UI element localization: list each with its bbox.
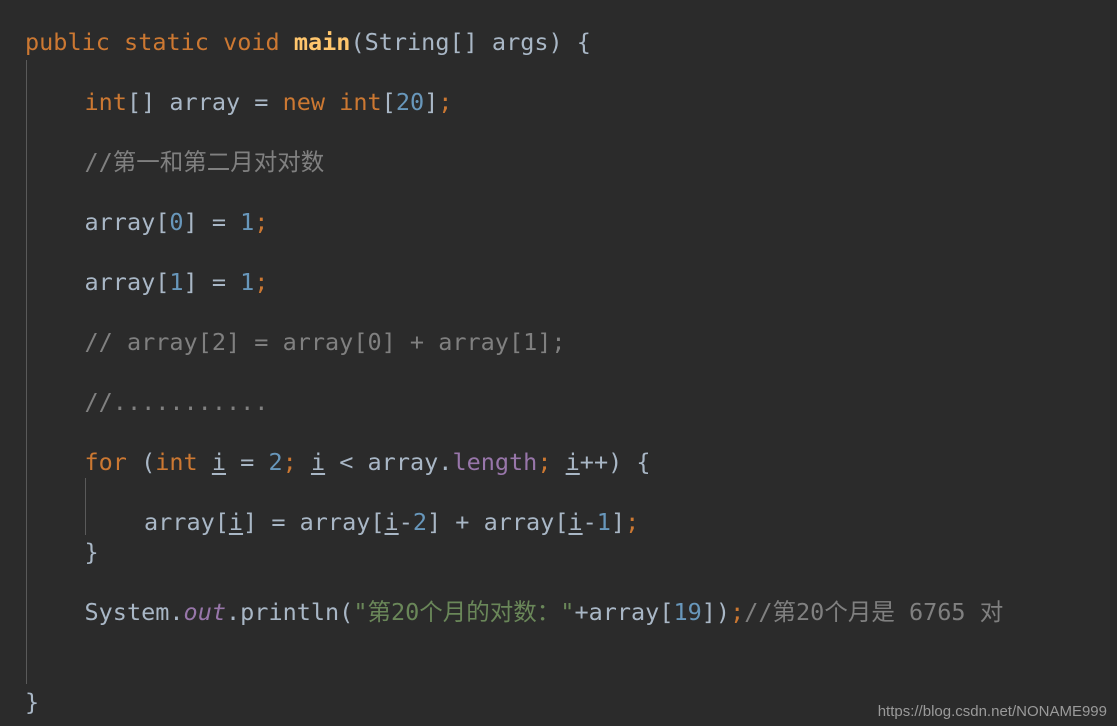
code-line[interactable]: //........... bbox=[0, 387, 1117, 417]
code-token: +array[ bbox=[574, 598, 674, 626]
code-token: //........... bbox=[84, 388, 269, 416]
code-token: ; bbox=[730, 598, 745, 626]
code-token: static bbox=[124, 28, 209, 56]
code-token: i bbox=[228, 508, 244, 536]
code-line[interactable]: int[] array = new int[20]; bbox=[0, 87, 1117, 117]
code-token: (String[] args) { bbox=[350, 28, 591, 56]
blog-url-watermark: https://blog.csdn.net/NONAME999 bbox=[877, 703, 1107, 720]
code-token: i bbox=[310, 448, 326, 476]
code-token: - bbox=[582, 508, 597, 536]
code-token: 0 bbox=[169, 208, 184, 236]
code-token: ; bbox=[254, 268, 269, 296]
code-line[interactable]: array[1] = 1; bbox=[0, 267, 1117, 297]
code-line[interactable]: System.out.println("第20个月的对数："+array[19]… bbox=[0, 597, 1117, 627]
code-token: } bbox=[25, 688, 40, 716]
code-token: = bbox=[226, 448, 269, 476]
code-token: ] = bbox=[183, 208, 241, 236]
code-token: new bbox=[282, 88, 326, 116]
code-token: int bbox=[155, 448, 198, 476]
code-token: //第20个月是 6765 对 bbox=[744, 598, 1004, 626]
code-token: ] bbox=[610, 508, 626, 536]
code-token: 2 bbox=[268, 448, 283, 476]
code-token: ] + array[ bbox=[427, 508, 569, 536]
code-token: 20 bbox=[395, 88, 425, 116]
code-token: main bbox=[293, 28, 351, 56]
code-token: - bbox=[398, 508, 413, 536]
code-token: i bbox=[384, 508, 399, 536]
code-token: 1 bbox=[596, 508, 611, 536]
code-token: array[ bbox=[144, 508, 229, 536]
code-token: ; bbox=[625, 508, 640, 536]
code-token: ]) bbox=[701, 598, 731, 626]
code-token: public bbox=[25, 28, 110, 56]
code-token: array[ bbox=[84, 208, 170, 236]
code-token: ; bbox=[438, 88, 453, 116]
code-line[interactable]: for (int i = 2; i < array.length; i++) { bbox=[0, 447, 1117, 477]
code-line[interactable]: array[i] = array[i-2] + array[i-1]; bbox=[0, 507, 1117, 537]
code-token: 19 bbox=[673, 598, 702, 626]
code-line[interactable]: //第一和第二月对对数 bbox=[0, 147, 1117, 177]
code-token: [] array = bbox=[126, 88, 283, 116]
code-token: 1 bbox=[240, 268, 255, 296]
code-line[interactable]: } bbox=[0, 537, 1117, 567]
code-token: System. bbox=[84, 598, 184, 626]
code-token: int bbox=[339, 88, 382, 116]
code-token: int bbox=[84, 88, 127, 116]
code-token: i bbox=[565, 448, 580, 476]
code-token: i bbox=[211, 448, 227, 476]
code-line[interactable]: // array[2] = array[0] + array[1]; bbox=[0, 327, 1117, 357]
code-token: } bbox=[84, 538, 99, 566]
code-token: // array[2] = array[0] + array[1]; bbox=[84, 328, 566, 356]
code-token: 1 bbox=[169, 268, 184, 296]
code-token: out bbox=[183, 598, 226, 626]
code-token: for bbox=[84, 448, 127, 476]
code-token: length bbox=[452, 448, 538, 476]
code-token: .println( bbox=[226, 598, 354, 626]
code-editor-canvas[interactable]: public static void main(String[] args) {… bbox=[0, 0, 1117, 726]
code-token: 2 bbox=[412, 508, 427, 536]
code-token: ; bbox=[282, 448, 297, 476]
code-token: array[ bbox=[84, 268, 170, 296]
code-token: ; bbox=[254, 208, 269, 236]
code-token: i bbox=[568, 508, 583, 536]
code-token: 1 bbox=[240, 208, 255, 236]
code-token: < array. bbox=[325, 448, 453, 476]
code-token: void bbox=[223, 28, 280, 56]
code-token: [ bbox=[381, 88, 396, 116]
code-token: "第20个月的对数：" bbox=[353, 598, 575, 626]
code-token: ] = bbox=[183, 268, 241, 296]
code-token: ( bbox=[126, 448, 156, 476]
code-line[interactable]: array[0] = 1; bbox=[0, 207, 1117, 237]
code-token: ] bbox=[424, 88, 439, 116]
code-line[interactable]: public static void main(String[] args) { bbox=[0, 27, 1117, 57]
code-token: ; bbox=[537, 448, 552, 476]
code-token: ++) { bbox=[579, 448, 651, 476]
code-token: ] = array[ bbox=[243, 508, 385, 536]
code-token: //第一和第二月对对数 bbox=[84, 148, 325, 176]
